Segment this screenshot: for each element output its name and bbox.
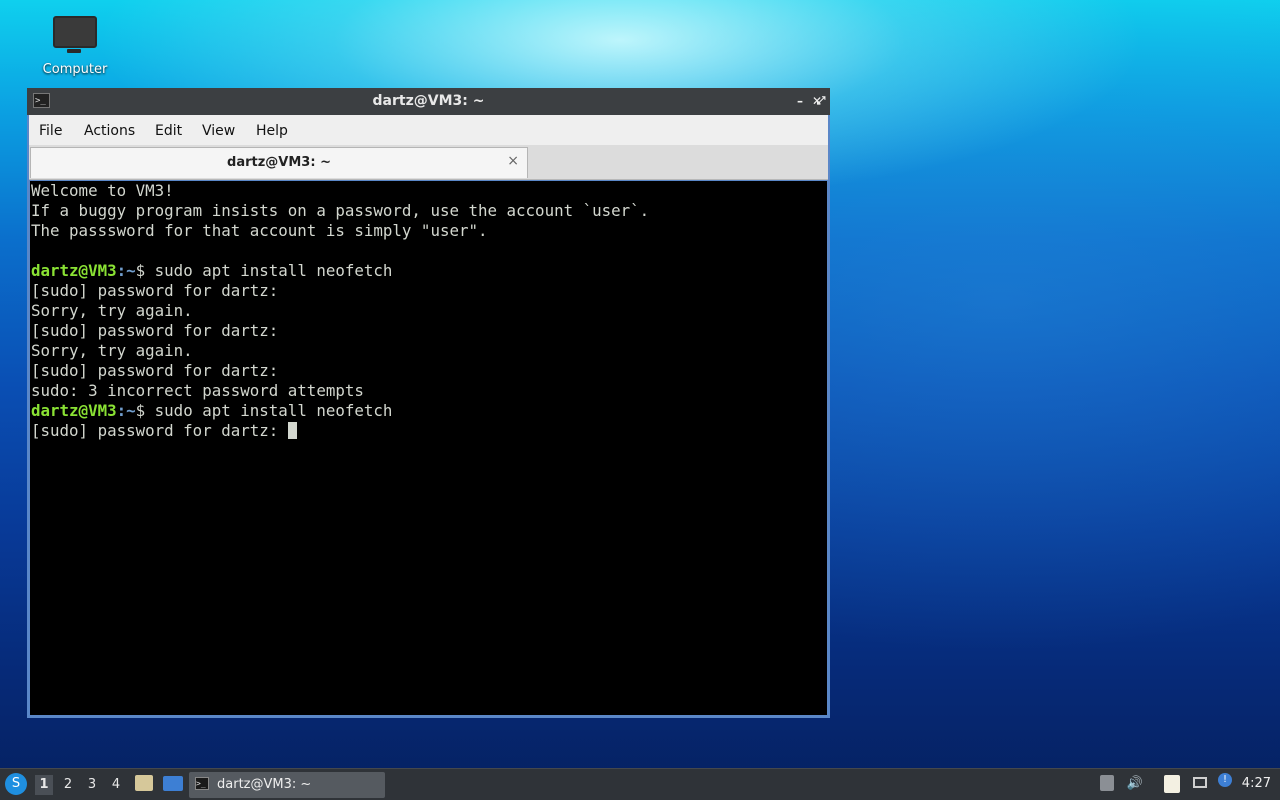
terminal-text: Sorry, try again. bbox=[31, 341, 193, 360]
prompt-user: dartz@VM3 bbox=[31, 401, 117, 420]
workspace-1[interactable]: 1 bbox=[35, 775, 53, 795]
terminal-text: [sudo] password for dartz: bbox=[31, 321, 279, 340]
terminal-line: [sudo] password for dartz: bbox=[30, 361, 827, 381]
tab-bar: dartz@VM3: ~ × bbox=[29, 145, 828, 180]
terminal-text: sudo: 3 incorrect password attempts bbox=[31, 381, 364, 400]
minimize-button[interactable]: – bbox=[791, 92, 809, 110]
clipboard-icon[interactable] bbox=[1164, 775, 1180, 793]
prompt-user: dartz@VM3 bbox=[31, 261, 117, 280]
terminal-prompt-line: dartz@VM3:~$ sudo apt install neofetch bbox=[30, 261, 827, 281]
terminal-prompt-line: dartz@VM3:~$ sudo apt install neofetch bbox=[30, 401, 827, 421]
menu-actions[interactable]: Actions bbox=[84, 123, 135, 139]
terminal-window: >_ dartz@VM3: ~ – ⤢ ✕ File Actions Edit … bbox=[27, 88, 830, 718]
file-manager-icon[interactable] bbox=[135, 775, 153, 791]
terminal-line: [sudo] password for dartz: bbox=[30, 281, 827, 301]
show-desktop-icon[interactable] bbox=[163, 776, 183, 791]
terminal-text: The passsword for that account is simply… bbox=[31, 221, 488, 240]
window-titlebar[interactable]: >_ dartz@VM3: ~ – ⤢ ✕ bbox=[27, 88, 830, 115]
terminal-text: [sudo] password for dartz: bbox=[31, 421, 288, 440]
terminal-line: Sorry, try again. bbox=[30, 341, 827, 361]
volume-icon[interactable]: 🔊 bbox=[1126, 775, 1144, 793]
terminal-line: Sorry, try again. bbox=[30, 301, 827, 321]
terminal-line: [sudo] password for dartz: bbox=[30, 321, 827, 341]
start-menu-icon[interactable]: S bbox=[5, 773, 27, 795]
menu-help[interactable]: Help bbox=[256, 123, 288, 139]
task-label: dartz@VM3: ~ bbox=[217, 777, 312, 792]
notification-icon[interactable]: ! bbox=[1218, 773, 1232, 787]
close-button[interactable]: ✕ bbox=[808, 92, 826, 110]
terminal-text: Welcome to VM3! bbox=[31, 181, 174, 200]
terminal-cursor bbox=[287, 422, 297, 439]
terminal-text: If a buggy program insists on a password… bbox=[31, 201, 650, 220]
taskbar: S 1 2 3 4 >_ dartz@VM3: ~ 🔊 ! 4:27 bbox=[0, 768, 1280, 800]
workspace-4[interactable]: 4 bbox=[107, 775, 125, 795]
terminal-line: Welcome to VM3! bbox=[30, 181, 827, 201]
taskbar-task-terminal[interactable]: >_ dartz@VM3: ~ bbox=[189, 772, 385, 798]
workspace-2[interactable]: 2 bbox=[59, 775, 77, 795]
terminal-line: If a buggy program insists on a password… bbox=[30, 201, 827, 221]
terminal-line: sudo: 3 incorrect password attempts bbox=[30, 381, 827, 401]
tab-terminal[interactable]: dartz@VM3: ~ × bbox=[30, 147, 528, 178]
desktop-icon-computer[interactable]: Computer bbox=[36, 16, 114, 77]
eject-icon[interactable] bbox=[1100, 775, 1114, 791]
menu-file[interactable]: File bbox=[39, 123, 62, 139]
terminal-text: Sorry, try again. bbox=[31, 301, 193, 320]
clock[interactable]: 4:27 bbox=[1242, 776, 1271, 791]
menu-edit[interactable]: Edit bbox=[155, 123, 182, 139]
prompt-command: $ sudo apt install neofetch bbox=[135, 261, 393, 280]
terminal-text: [sudo] password for dartz: bbox=[31, 281, 279, 300]
prompt-path: :~ bbox=[116, 401, 136, 420]
terminal-line: [sudo] password for dartz: bbox=[30, 421, 827, 441]
menu-view[interactable]: View bbox=[202, 123, 235, 139]
terminal-line: The passsword for that account is simply… bbox=[30, 221, 827, 241]
menu-bar: File Actions Edit View Help bbox=[29, 115, 828, 145]
tab-label: dartz@VM3: ~ bbox=[227, 155, 331, 170]
window-title: dartz@VM3: ~ bbox=[372, 93, 485, 109]
computer-icon bbox=[53, 16, 97, 53]
terminal-task-icon: >_ bbox=[195, 777, 209, 790]
network-icon[interactable] bbox=[1193, 777, 1207, 788]
terminal-text: [sudo] password for dartz: bbox=[31, 361, 279, 380]
desktop-icon-label: Computer bbox=[42, 62, 108, 77]
prompt-command: $ sudo apt install neofetch bbox=[135, 401, 393, 420]
terminal-output[interactable]: Welcome to VM3! If a buggy program insist… bbox=[30, 181, 827, 715]
workspace-3[interactable]: 3 bbox=[83, 775, 101, 795]
tab-close-icon[interactable]: × bbox=[507, 153, 519, 169]
prompt-path: :~ bbox=[116, 261, 136, 280]
